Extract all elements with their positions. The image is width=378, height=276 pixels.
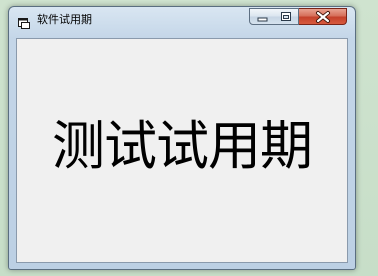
maximize-button[interactable] xyxy=(274,8,299,25)
close-icon xyxy=(316,11,330,23)
title-bar[interactable]: 软件试用期 xyxy=(9,7,355,33)
window-title: 软件试用期 xyxy=(37,13,92,26)
minimize-icon xyxy=(257,17,268,22)
application-window: 软件试用期 测试试用期 xyxy=(8,6,356,270)
form-client-area: 测试试用期 xyxy=(16,38,348,263)
window-app-icon[interactable] xyxy=(18,14,30,29)
minimize-button[interactable] xyxy=(249,8,275,25)
trial-label: 测试试用期 xyxy=(52,116,313,177)
maximize-icon xyxy=(281,12,291,21)
close-button[interactable] xyxy=(299,8,347,25)
